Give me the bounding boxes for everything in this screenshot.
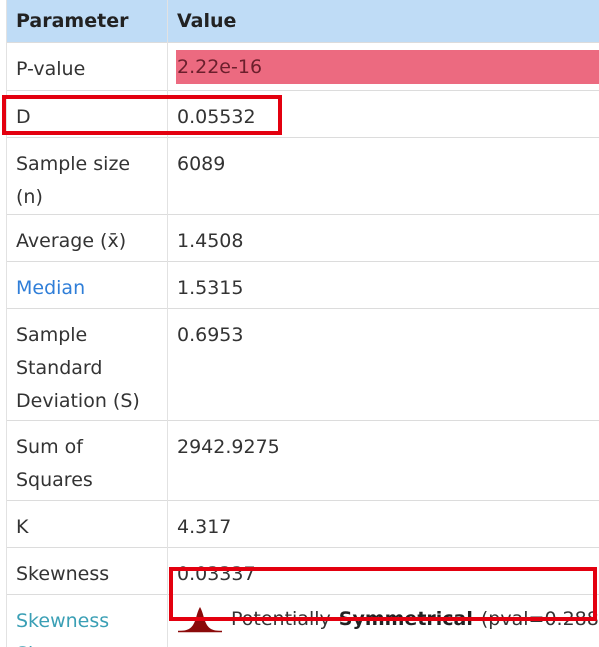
header-parameter: Parameter (6, 0, 168, 43)
skewness-value: 0.03337 (167, 547, 599, 595)
pvalue-bar: 2.22e-16 (176, 50, 599, 84)
skewness-shape-content: Potentially Symmetrical (pval=0.288) (177, 601, 599, 637)
header-value: Value (167, 0, 599, 43)
symmetric-distribution-icon (177, 604, 223, 634)
median-link[interactable]: Median (16, 277, 85, 299)
skewness-label: Skewness (6, 547, 168, 595)
average-value: 1.4508 (167, 214, 599, 262)
skewness-shape-link-line-2[interactable]: Shape (16, 638, 158, 647)
results-panel: Parameter Value P-value 2.22e-16 D 0.055… (0, 0, 599, 647)
skewness-shape-label[interactable]: Skewness Shape (6, 594, 168, 647)
table-header-row: Parameter Value (6, 0, 599, 43)
table-row-k: K 4.317 (6, 500, 599, 548)
sample-size-value: 6089 (167, 137, 599, 215)
skewness-shape-value: Potentially Symmetrical (pval=0.288) (167, 594, 599, 647)
pvalue-label: P-value (6, 42, 168, 91)
sum-squares-label: Sum of Squares (6, 420, 168, 501)
average-label: Average (x̄) (6, 214, 168, 262)
sample-size-label: Sample size (n) (6, 137, 168, 215)
table-row-pvalue: P-value 2.22e-16 (6, 42, 599, 91)
table-row-average: Average (x̄) 1.4508 (6, 214, 599, 262)
std-dev-label-line-3: Deviation (S) (16, 390, 140, 412)
table-row-median: Median 1.5315 (6, 261, 599, 309)
skewness-shape-link-line-1[interactable]: Skewness (16, 605, 158, 638)
pvalue-cell: 2.22e-16 (167, 42, 599, 91)
median-label[interactable]: Median (6, 261, 168, 309)
shape-pval-text: (pval=0.288) (480, 607, 599, 630)
table-row-d: D 0.05532 (6, 90, 599, 138)
table-row-std-dev: Sample Standard Deviation (S) 0.6953 (6, 308, 599, 421)
shape-classification: Symmetrical (338, 607, 473, 630)
table-row-skewness: Skewness 0.03337 (6, 547, 599, 595)
d-value: 0.05532 (167, 90, 599, 138)
sum-squares-value: 2942.9275 (167, 420, 599, 501)
median-value: 1.5315 (167, 261, 599, 309)
table-row-sample-size: Sample size (n) 6089 (6, 137, 599, 215)
table-row-sum-squares: Sum of Squares 2942.9275 (6, 420, 599, 501)
k-value: 4.317 (167, 500, 599, 548)
std-dev-value: 0.6953 (167, 308, 599, 421)
std-dev-label-line-1: Sample (16, 324, 88, 346)
d-label: D (6, 90, 168, 138)
shape-prefix-text: Potentially (231, 607, 331, 630)
table-row-skewness-shape: Skewness Shape Potentially Symmetrical (6, 594, 599, 647)
std-dev-label-line-2: Standard (16, 357, 103, 379)
k-label: K (6, 500, 168, 548)
std-dev-label: Sample Standard Deviation (S) (6, 308, 168, 421)
sum-squares-label-line-1: Sum of (16, 436, 83, 458)
statistics-table: Parameter Value P-value 2.22e-16 D 0.055… (6, 0, 599, 647)
sum-squares-label-line-2: Squares (16, 469, 93, 491)
